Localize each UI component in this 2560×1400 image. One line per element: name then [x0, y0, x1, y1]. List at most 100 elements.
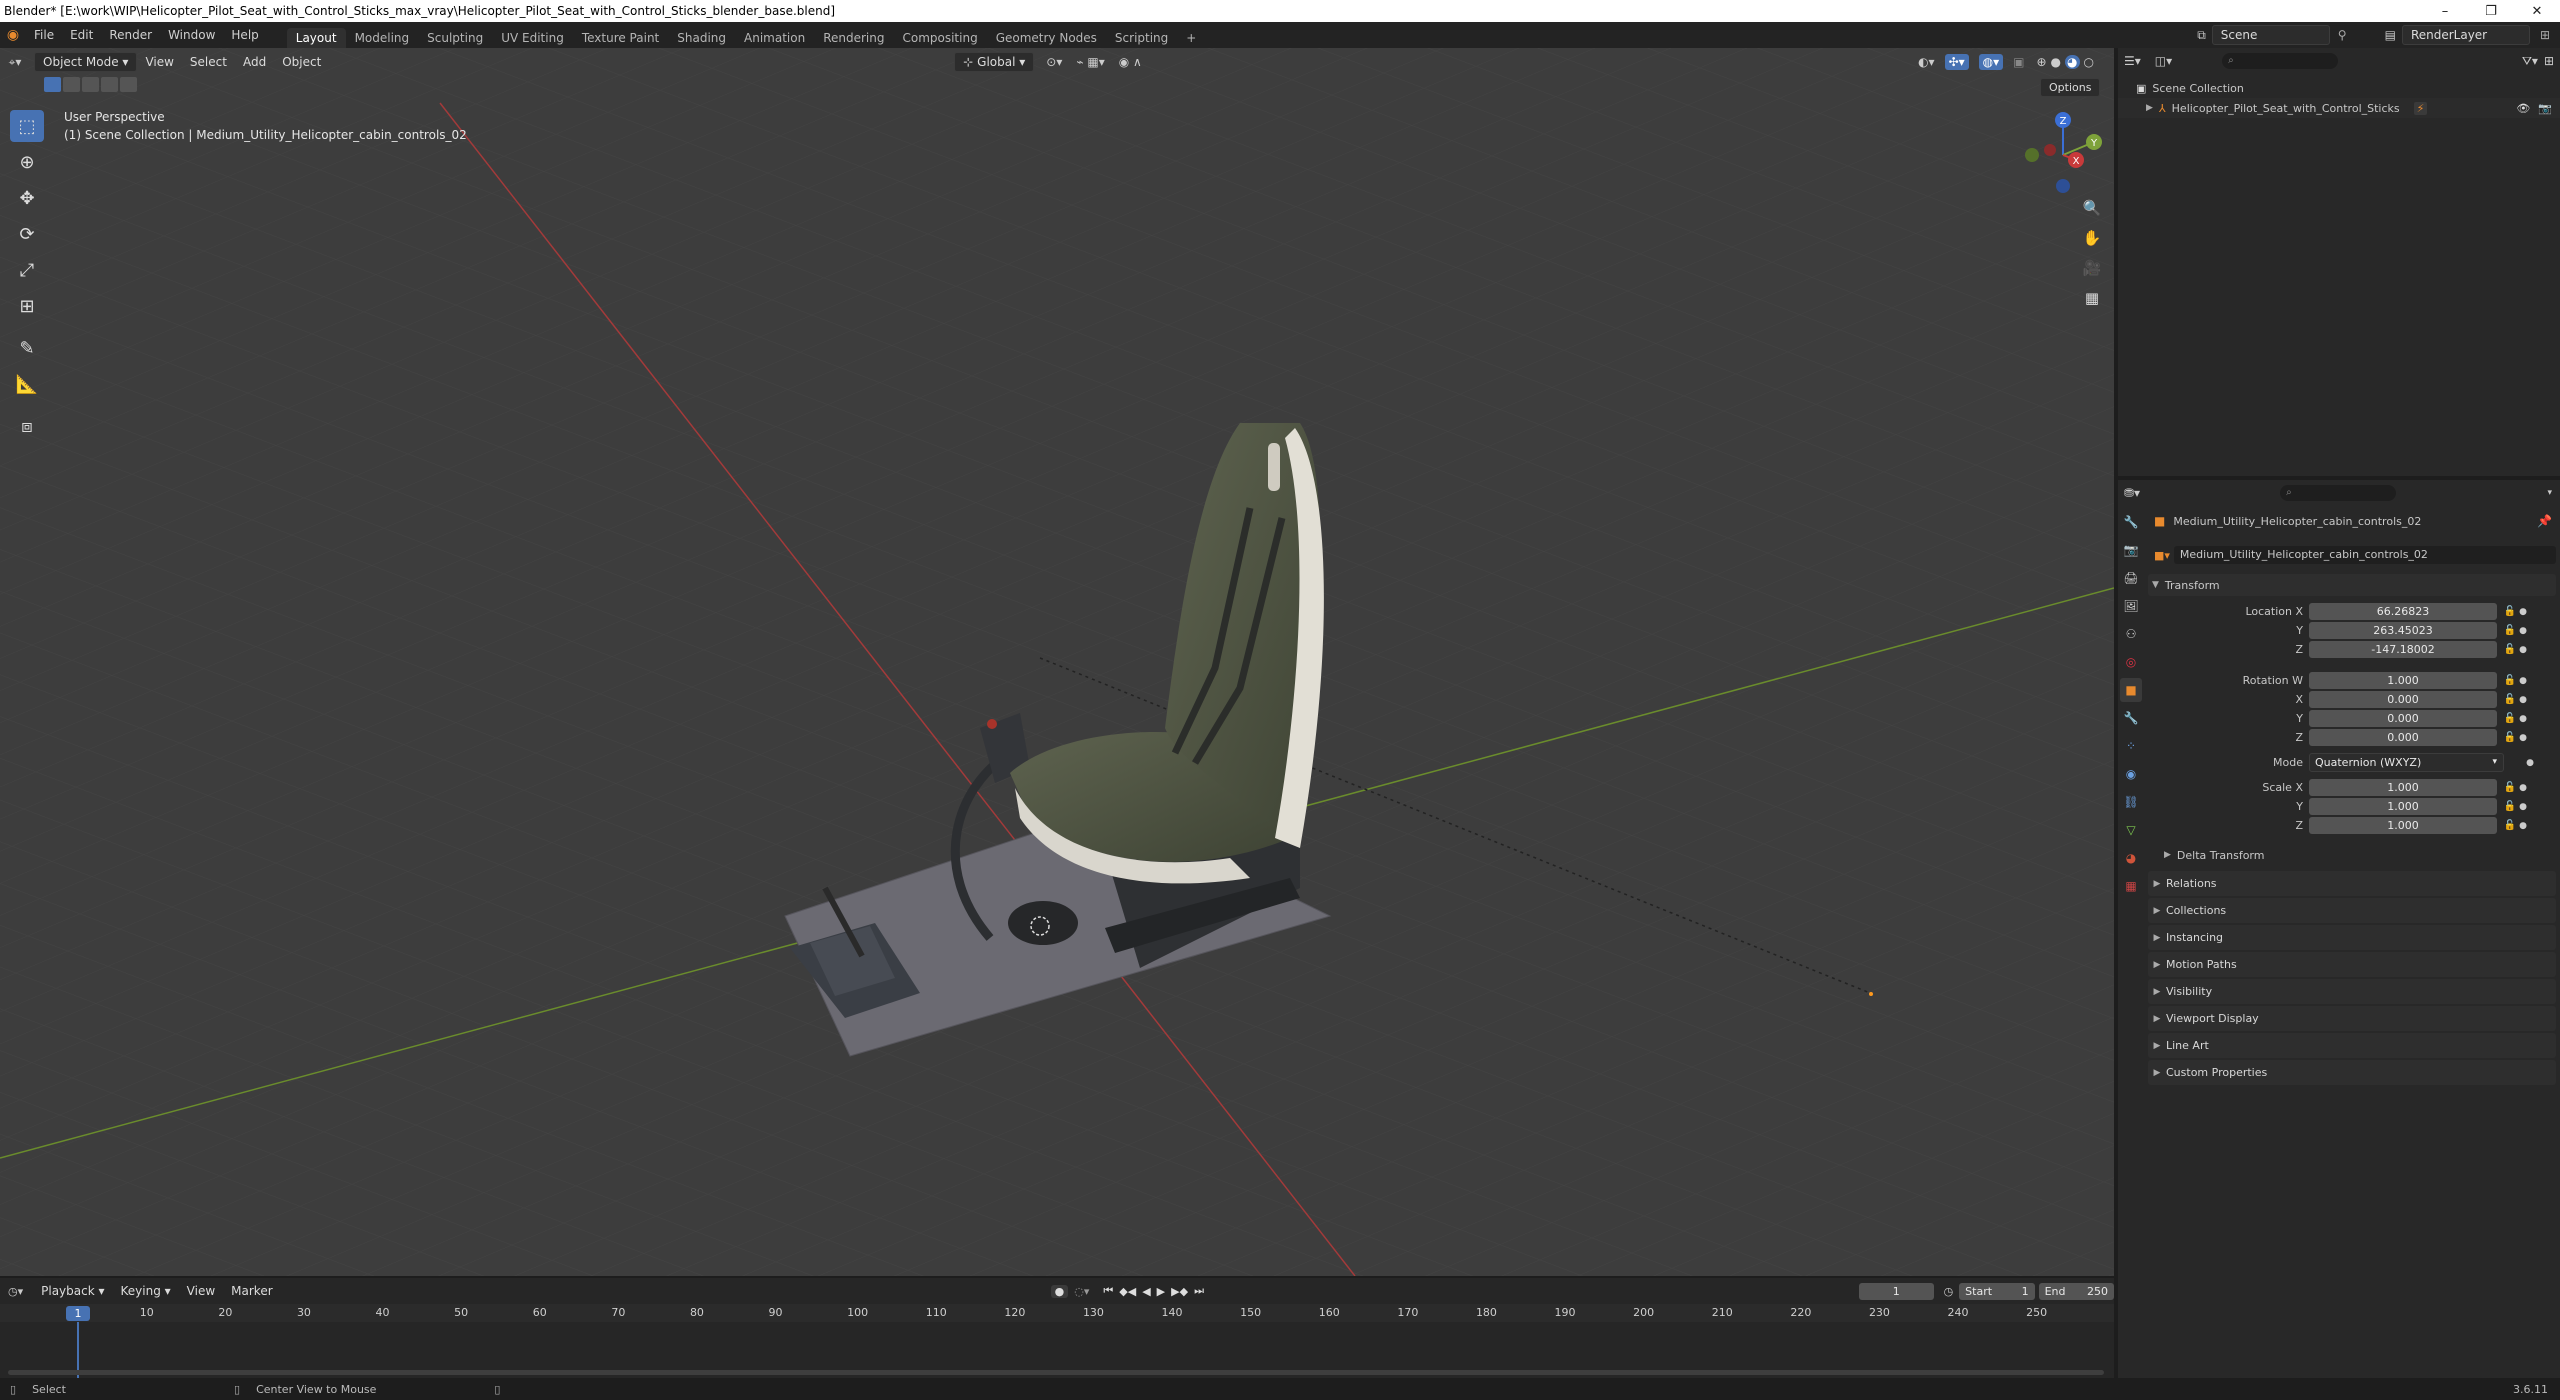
panel-line-art[interactable]: ▶ Line Art [2148, 1033, 2556, 1058]
options-button[interactable]: Options [2040, 78, 2101, 97]
shading-wireframe-icon[interactable]: ⊕ [2036, 55, 2046, 69]
record-button-icon[interactable]: ● [1050, 1284, 1069, 1298]
pivot-icon[interactable]: ⊙▾ [1046, 55, 1062, 69]
output-tab-icon[interactable]: 🖨 [2120, 566, 2142, 590]
play-reverse-icon[interactable]: ◀ [1142, 1285, 1150, 1298]
keyframe-location-x-icon[interactable]: ● [2517, 607, 2529, 617]
outliner-row-object[interactable]: ▶ ⅄ Helicopter_Pilot_Seat_with_Control_S… [2118, 98, 2560, 118]
tab-layout[interactable]: Layout [286, 28, 346, 48]
keyframe-scale-z-icon[interactable]: ● [2517, 821, 2529, 831]
lock-scale-x-icon[interactable]: 🔓 [2503, 782, 2517, 793]
lock-location-x-icon[interactable]: 🔓 [2503, 606, 2517, 617]
annotate-tool-icon[interactable]: ✎ [10, 332, 44, 364]
cursor-tool-icon[interactable]: ⊕ [10, 146, 44, 178]
rotation-x-field[interactable]: 0.000 [2309, 691, 2497, 708]
keyframe-rotation-x-icon[interactable]: ● [2517, 695, 2529, 705]
shading-solid-icon[interactable]: ● [2051, 55, 2061, 69]
tab-modeling[interactable]: Modeling [346, 28, 419, 48]
outliner-display-mode-icon[interactable]: ◫▾ [2155, 54, 2172, 68]
play-icon[interactable]: ▶ [1157, 1285, 1165, 1298]
timeline-menu-marker[interactable]: Marker [223, 1282, 280, 1300]
keying-set-icon[interactable]: ◌▾ [1074, 1285, 1089, 1298]
timeline-editor-icon[interactable]: ◷▾ [8, 1285, 23, 1298]
visibility-icon[interactable]: ◐▾ [1918, 55, 1935, 69]
proportional-edit-icon[interactable]: ◉ ∧ [1119, 55, 1142, 69]
snap-icon[interactable]: ⌁ ▦▾ [1076, 55, 1104, 69]
playhead-marker[interactable]: 1 [66, 1306, 90, 1321]
jump-key-forward-icon[interactable]: ▶◆ [1171, 1285, 1188, 1298]
tab-scripting[interactable]: Scripting [1106, 28, 1177, 48]
scene-tab-icon[interactable]: ⚇ [2120, 622, 2142, 646]
gizmo-neg-y-circle[interactable] [2025, 148, 2039, 162]
render-tab-icon[interactable]: 📷 [2120, 538, 2142, 562]
panel-visibility[interactable]: ▶ Visibility [2148, 979, 2556, 1004]
clock-icon[interactable]: ◷ [1944, 1285, 1954, 1298]
timeline-menu-keying[interactable]: Keying ▾ [113, 1282, 179, 1300]
object-datablock-icon[interactable]: ■▾ [2154, 549, 2170, 562]
object-name-field[interactable]: Medium_Utility_Helicopter_cabin_controls… [2173, 546, 2556, 564]
scene-selector[interactable]: Scene [2211, 25, 2330, 45]
scale-z-field[interactable]: 1.000 [2309, 817, 2497, 834]
outliner-row-scene-collection[interactable]: ▣ Scene Collection [2118, 78, 2560, 98]
pin-properties-icon[interactable]: 📌 [2537, 514, 2552, 528]
lock-rotation-x-icon[interactable]: 🔓 [2503, 694, 2517, 705]
close-button[interactable]: ✕ [2514, 4, 2560, 19]
viewport-menu-object[interactable]: Object [274, 53, 329, 71]
gizmo-toggle-icon[interactable]: ✣▾ [1944, 54, 1969, 70]
scale-x-field[interactable]: 1.000 [2309, 779, 2497, 796]
maximize-button[interactable]: ❐ [2468, 4, 2514, 19]
properties-editor-icon[interactable]: ⛃▾ [2124, 486, 2140, 500]
end-frame-field[interactable]: End 250 [2038, 1282, 2114, 1300]
expand-arrow-icon[interactable]: ▶ [2146, 103, 2153, 113]
location-z-field[interactable]: -147.18002 [2309, 641, 2497, 658]
panel-viewport-display[interactable]: ▶ Viewport Display [2148, 1006, 2556, 1031]
add-workspace-button[interactable]: + [1177, 28, 1205, 48]
particles-tab-icon[interactable]: ⁘ [2120, 734, 2142, 758]
modifier-tab-icon[interactable]: 🔧 [2120, 706, 2142, 730]
lock-location-z-icon[interactable]: 🔓 [2503, 644, 2517, 655]
panel-relations[interactable]: ▶ Relations [2148, 871, 2556, 896]
select-mode-new-icon[interactable] [44, 77, 61, 92]
blender-logo-icon[interactable]: ◉ [0, 27, 26, 43]
viewport-menu-select[interactable]: Select [182, 53, 235, 71]
keyframe-mode-icon[interactable]: ● [2524, 758, 2536, 768]
gizmo-neg-x-circle[interactable] [2044, 144, 2056, 156]
transform-orientation-dropdown[interactable]: ⊹ Global ▾ [954, 52, 1035, 72]
measure-tool-icon[interactable]: 📐 [10, 368, 44, 400]
shading-material-icon[interactable]: ◕ [2065, 55, 2080, 69]
viewport-menu-view[interactable]: View [137, 53, 181, 71]
lock-scale-y-icon[interactable]: 🔓 [2503, 801, 2517, 812]
current-frame-field[interactable]: 1 [1858, 1282, 1934, 1300]
keyframe-rotation-z-icon[interactable]: ● [2517, 733, 2529, 743]
tab-shading[interactable]: Shading [668, 28, 735, 48]
delta-transform-subpanel[interactable]: ▶ Delta Transform [2148, 843, 2556, 867]
object-tab-icon[interactable]: ■ [2120, 678, 2142, 702]
outliner-editor-icon[interactable]: ☰▾ [2124, 54, 2141, 68]
select-mode-invert-icon[interactable] [101, 77, 118, 92]
hide-eye-icon[interactable]: 👁 [2516, 102, 2530, 115]
texture-tab-icon[interactable]: ▦ [2120, 874, 2142, 898]
navigation-gizmo[interactable]: Z Y X [2018, 110, 2108, 200]
panel-collections[interactable]: ▶ Collections [2148, 898, 2556, 923]
rotation-mode-dropdown[interactable]: Quaternion (WXYZ) ▾ [2309, 753, 2504, 772]
editor-type-icon[interactable]: ⌖▾ [0, 55, 30, 70]
outliner-filter-icon[interactable]: ⛛▾ [2522, 54, 2538, 69]
render-camera-icon[interactable]: 📷 [2538, 102, 2552, 115]
properties-search-input[interactable]: ⌕ [2280, 485, 2397, 501]
view-layer-tab-icon[interactable]: 🖼 [2120, 594, 2142, 618]
jump-start-icon[interactable]: ⏮ [1103, 1284, 1113, 1298]
jump-end-icon[interactable]: ⏭ [1194, 1284, 1204, 1298]
ortho-grid-icon[interactable]: ▦ [2077, 283, 2107, 313]
frame-ruler[interactable]: 10 20 30 40 50 60 70 80 90 100 110 120 130 140 150 160 1… [0, 1304, 2114, 1322]
zoom-icon[interactable]: 🔍 [2077, 193, 2107, 223]
rotate-tool-icon[interactable]: ⟳ [10, 218, 44, 250]
tab-compositing[interactable]: Compositing [893, 28, 986, 48]
panel-custom-properties[interactable]: ▶ Custom Properties [2148, 1060, 2556, 1085]
menu-file[interactable]: File [26, 28, 62, 42]
menu-help[interactable]: Help [223, 28, 266, 42]
keyframe-scale-x-icon[interactable]: ● [2517, 783, 2529, 793]
physics-tab-icon[interactable]: ◉ [2120, 762, 2142, 786]
3d-viewport[interactable]: ⌖▾ Object Mode ▾ View Select Add Object … [0, 48, 2114, 1276]
outliner-new-collection-icon[interactable]: ⊞ [2544, 54, 2554, 68]
lock-rotation-w-icon[interactable]: 🔓 [2503, 675, 2517, 686]
